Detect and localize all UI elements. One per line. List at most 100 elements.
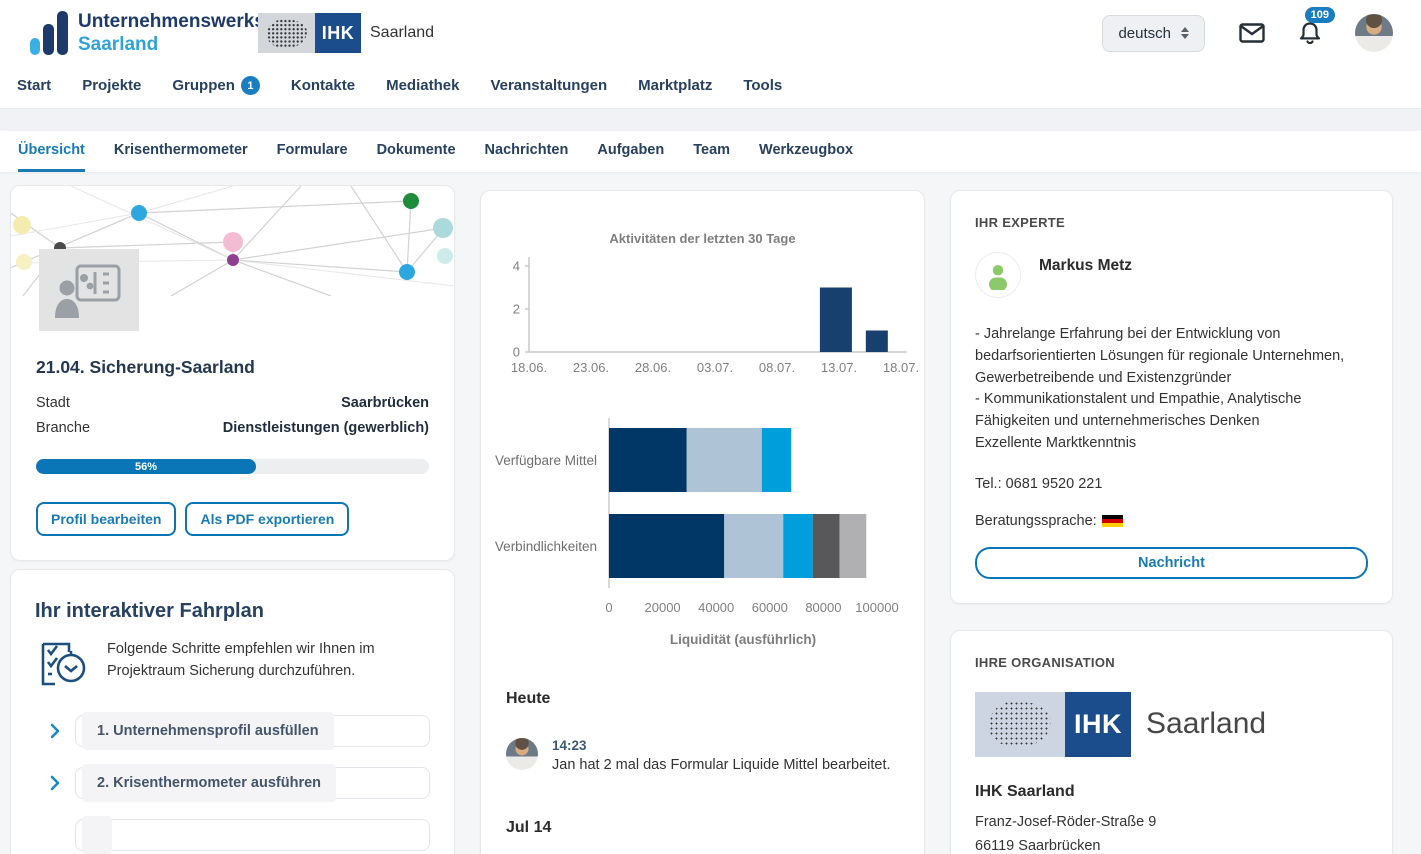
- roadmap-title: Ihr interaktiver Fahrplan: [35, 600, 430, 623]
- project-cover-image: [11, 186, 454, 296]
- svg-text:13.07.: 13.07.: [820, 360, 856, 375]
- svg-text:40000: 40000: [698, 600, 734, 615]
- workshop-icon: [53, 262, 125, 318]
- entry-avatar: [506, 738, 538, 770]
- entry-text: Jan hat 2 mal das Formular Liquide Mitte…: [552, 757, 891, 773]
- activity-chart-title: Aktivitäten der letzten 30 Tage: [481, 191, 924, 246]
- saarland-map-icon: [258, 13, 315, 53]
- chevron-right-icon: [35, 723, 75, 739]
- edit-profile-button[interactable]: Profil bearbeiten: [36, 502, 176, 536]
- project-field-stadt: Stadt Saarbrücken: [36, 395, 429, 411]
- roadmap-step-3[interactable]: [35, 819, 430, 851]
- svg-text:0: 0: [605, 600, 612, 615]
- expert-avatar[interactable]: [975, 252, 1021, 298]
- roadmap-step-label: 1. Unternehmensprofil ausfüllen: [82, 712, 334, 750]
- language-selector[interactable]: deutsch: [1102, 15, 1205, 52]
- svg-text:18.07.: 18.07.: [882, 360, 918, 375]
- organisation-section-title: IHRE ORGANISATION: [975, 655, 1368, 670]
- nav-item-start[interactable]: Start: [17, 77, 51, 94]
- saarland-map-icon: [975, 692, 1065, 757]
- nav-item-marktplatz[interactable]: Marktplatz: [638, 77, 712, 94]
- organisation-name: IHK Saarland: [975, 783, 1368, 801]
- notification-count-badge: 109: [1305, 7, 1335, 23]
- german-flag-icon: [1102, 515, 1123, 527]
- main-nav: Start Projekte Gruppen1 Kontakte Mediath…: [17, 76, 782, 95]
- tab-krisenthermometer[interactable]: Krisenthermometer: [114, 131, 248, 172]
- svg-text:0: 0: [512, 345, 519, 360]
- roadmap-step-2[interactable]: 2. Krisenthermometer ausführen: [35, 767, 430, 799]
- ihk-logo-text: IHK: [315, 13, 361, 53]
- ihk-logo-region: Saarland: [370, 24, 434, 42]
- expert-language: Beratungssprache:: [975, 513, 1368, 529]
- tab-werkzeugbox[interactable]: Werkzeugbox: [759, 131, 853, 172]
- feed-entry: 14:23 Jan hat 2 mal das Formular Liquide…: [506, 738, 899, 773]
- tab-uebersicht[interactable]: Übersicht: [18, 131, 85, 172]
- user-avatar[interactable]: [1355, 14, 1393, 52]
- project-tabbar: Übersicht Krisenthermometer Formulare Do…: [0, 131, 1421, 172]
- chevron-updown-icon: [1181, 27, 1189, 39]
- checklist-clock-icon: [35, 638, 89, 690]
- svg-text:Verfügbare Mittel: Verfügbare Mittel: [494, 453, 596, 468]
- svg-text:18.06.: 18.06.: [510, 360, 546, 375]
- profile-progress-bar: 56%: [36, 459, 429, 474]
- expert-phone: Tel.: 0681 9520 221: [975, 476, 1368, 492]
- roadmap-description: Folgende Schritte empfehlen wir Ihnen im…: [107, 638, 427, 683]
- project-field-branche: Branche Dienstleistungen (gewerblich): [36, 420, 429, 436]
- svg-text:60000: 60000: [751, 600, 787, 615]
- tab-formulare[interactable]: Formulare: [277, 131, 348, 172]
- feed-today-header: Heute: [506, 690, 899, 708]
- nav-item-projekte[interactable]: Projekte: [82, 77, 141, 94]
- svg-text:23.06.: 23.06.: [572, 360, 608, 375]
- roadmap-step-1[interactable]: 1. Unternehmensprofil ausfüllen: [35, 715, 430, 747]
- activity-bar-chart: 02418.06.23.06.28.06.03.07.08.07.13.07.1…: [487, 250, 919, 384]
- nav-item-tools[interactable]: Tools: [743, 77, 782, 94]
- expert-description: - Jahrelange Erfahrung bei der Entwicklu…: [975, 324, 1368, 455]
- activity-feed: Heute 14:23 Jan hat 2 mal das Formular L…: [481, 690, 924, 837]
- brand-bars-icon: [30, 11, 68, 57]
- ihk-logo: IHK Saarland: [258, 13, 434, 53]
- entry-time: 14:23: [552, 738, 891, 753]
- project-thumbnail: [39, 249, 139, 331]
- expert-card: IHR EXPERTE Markus Metz - Jahrelange Erf…: [950, 190, 1393, 604]
- svg-text:Verbindlichkeiten: Verbindlichkeiten: [494, 539, 596, 554]
- export-pdf-button[interactable]: Als PDF exportieren: [185, 502, 349, 536]
- svg-text:28.06.: 28.06.: [634, 360, 670, 375]
- nav-item-kontakte[interactable]: Kontakte: [291, 77, 355, 94]
- message-expert-button[interactable]: Nachricht: [975, 547, 1368, 579]
- nav-item-mediathek[interactable]: Mediathek: [386, 77, 459, 94]
- ihk-logo-text: IHK: [1065, 692, 1131, 757]
- project-card: 21.04. Sicherung-Saarland Stadt Saarbrüc…: [10, 185, 455, 561]
- header-divider: [0, 108, 1421, 131]
- organisation-card: IHRE ORGANISATION IHK Saarland IHK Saarl…: [950, 630, 1393, 854]
- svg-text:Liquidität (ausführlich): Liquidität (ausführlich): [669, 632, 815, 647]
- notifications-button[interactable]: 109: [1299, 21, 1321, 45]
- tab-team[interactable]: Team: [693, 131, 730, 172]
- person-icon: [983, 260, 1013, 290]
- nav-item-gruppen[interactable]: Gruppen1: [172, 76, 260, 95]
- messages-button[interactable]: [1239, 23, 1265, 43]
- tab-aufgaben[interactable]: Aufgaben: [597, 131, 664, 172]
- svg-text:08.07.: 08.07.: [758, 360, 794, 375]
- svg-text:03.07.: 03.07.: [696, 360, 732, 375]
- feed-day-header: Jul 14: [506, 819, 899, 837]
- nav-item-veranstaltungen[interactable]: Veranstaltungen: [490, 77, 607, 94]
- roadmap-card: Ihr interaktiver Fahrplan Folgende Schri…: [10, 569, 455, 854]
- expert-name[interactable]: Markus Metz: [1039, 257, 1132, 275]
- tab-nachrichten[interactable]: Nachrichten: [485, 131, 569, 172]
- brand-logo[interactable]: Unternehmenswerkstatt Saarland: [30, 11, 294, 57]
- activity-card: Aktivitäten der letzten 30 Tage 02418.06…: [480, 190, 925, 854]
- expert-section-title: IHR EXPERTE: [975, 215, 1368, 230]
- app-header: Unternehmenswerkstatt Saarland IHK Saarl…: [0, 0, 1421, 108]
- ihk-logo-region: Saarland: [1146, 707, 1266, 741]
- tab-dokumente[interactable]: Dokumente: [377, 131, 456, 172]
- svg-text:80000: 80000: [805, 600, 841, 615]
- profile-progress-fill: 56%: [36, 459, 256, 474]
- roadmap-step-label: [82, 816, 112, 854]
- organisation-logo: IHK Saarland: [975, 692, 1368, 757]
- mail-icon: [1239, 23, 1265, 43]
- language-selector-value: deutsch: [1118, 25, 1171, 42]
- svg-text:100000: 100000: [855, 600, 898, 615]
- organisation-address: Franz-Josef-Röder-Straße 9 66119 Saarbrü…: [975, 810, 1368, 854]
- bell-icon: [1299, 21, 1321, 45]
- liquidity-stacked-chart: Verfügbare MittelVerbindlichkeiten020000…: [491, 412, 915, 656]
